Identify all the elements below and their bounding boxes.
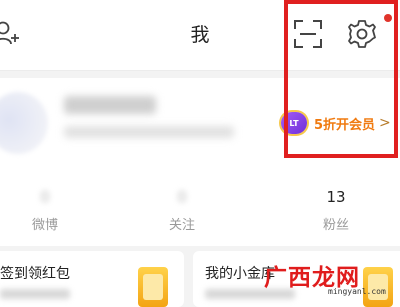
stat-weibo-value: 0: [40, 188, 50, 206]
stat-following-label: 关注: [168, 218, 195, 233]
avatar[interactable]: [0, 92, 48, 154]
watermark-url: mingyanl.com: [328, 287, 386, 296]
stats-row: 0 微博 0 关注 13 粉丝: [0, 188, 400, 238]
user-description-blurred: [64, 126, 234, 138]
red-packet-icon: [138, 267, 168, 307]
checkin-card-title: 签到领红包: [0, 266, 70, 282]
checkin-card-subtitle-blurred: [0, 289, 70, 299]
stat-fans[interactable]: 13 粉丝: [291, 188, 381, 233]
highlight-annotation-box: [284, 0, 398, 158]
username-blurred[interactable]: [64, 96, 156, 114]
stat-weibo-label: 微博: [31, 218, 58, 233]
stat-following[interactable]: 0 关注: [137, 188, 227, 233]
stat-following-value: 0: [177, 188, 187, 206]
stat-fans-label: 粉丝: [322, 218, 349, 233]
stat-fans-value: 13: [326, 188, 346, 206]
checkin-redpacket-card[interactable]: 签到领红包: [0, 251, 184, 307]
stat-weibo[interactable]: 0 微博: [0, 188, 90, 233]
